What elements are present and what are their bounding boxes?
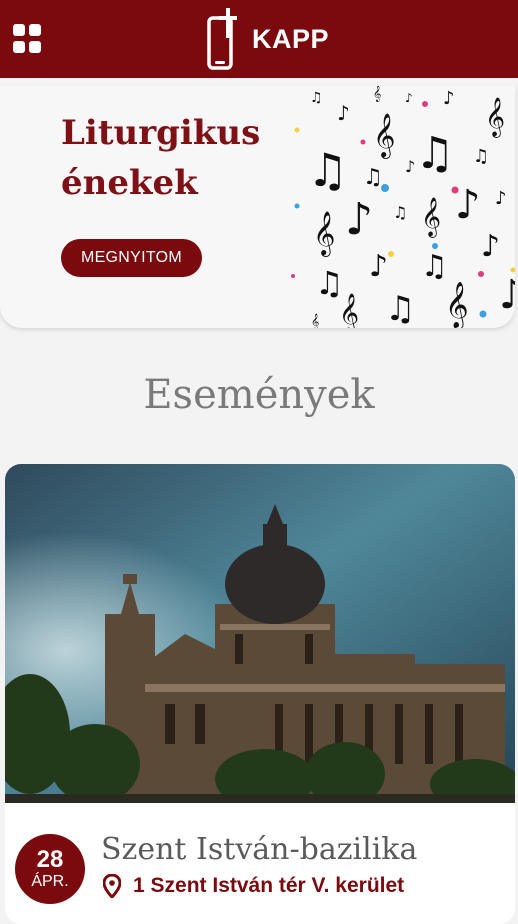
- svg-text:𝄞: 𝄞: [445, 282, 469, 328]
- svg-text:♪: ♪: [405, 91, 413, 105]
- menu-grid-button[interactable]: [13, 24, 43, 54]
- svg-text:♫: ♫: [385, 289, 415, 328]
- svg-text:𝄞: 𝄞: [373, 86, 381, 102]
- grid-cell: [29, 41, 41, 53]
- event-image: [5, 464, 515, 803]
- svg-text:𝄞: 𝄞: [339, 293, 359, 328]
- app-logo[interactable]: KAPP: [206, 6, 329, 70]
- svg-text:♫: ♫: [310, 90, 323, 106]
- event-date-badge: 28 ÁPR.: [15, 834, 85, 904]
- svg-text:♪: ♪: [443, 88, 455, 109]
- event-address-text: 1 Szent István tér V. kerület: [133, 874, 405, 897]
- svg-text:𝄞: 𝄞: [313, 211, 335, 257]
- event-card[interactable]: 28 ÁPR. Szent István-bazilika 1 Szent Is…: [5, 464, 515, 924]
- app-header: KAPP: [0, 0, 518, 78]
- svg-text:♪: ♪: [499, 272, 515, 318]
- svg-text:♫: ♫: [421, 249, 448, 284]
- app-name: KAPP: [252, 23, 330, 54]
- grid-cell: [13, 41, 25, 53]
- event-title[interactable]: Szent István-bazilika: [101, 832, 417, 867]
- svg-text:♫: ♫: [307, 143, 348, 197]
- svg-text:♪: ♪: [345, 194, 373, 245]
- svg-text:♫: ♫: [363, 165, 383, 190]
- music-notes-icon: ♫ ♪ 𝄞 ♪ ♪ 𝄞 𝄞 ♫ ♫ ♫ ♪ ♫ ♪ 𝄞 ♫ 𝄞 ♪ ♪ ♪ ♫ …: [291, 86, 515, 328]
- event-address[interactable]: 1 Szent István tér V. kerület: [103, 874, 404, 898]
- banner-title: Liturgikus énekek: [61, 113, 261, 203]
- svg-text:♪: ♪: [481, 229, 500, 264]
- svg-text:♫: ♫: [473, 146, 489, 167]
- svg-text:♪: ♪: [495, 188, 507, 209]
- svg-text:♪: ♪: [405, 157, 415, 176]
- open-button[interactable]: MEGNYITOM: [61, 239, 202, 277]
- svg-text:♪: ♪: [455, 182, 481, 228]
- svg-text:♪: ♪: [369, 249, 388, 284]
- grid-cell: [13, 24, 25, 36]
- event-day: 28: [36, 846, 64, 873]
- svg-text:♪: ♪: [337, 101, 350, 125]
- grid-cell: [29, 24, 41, 36]
- event-month: ÁPR.: [31, 873, 69, 890]
- songbook-banner[interactable]: Liturgikus énekek MEGNYITOM ♫ ♪ 𝄞 ♪ ♪ 𝄞 …: [0, 86, 515, 328]
- svg-text:𝄞: 𝄞: [485, 97, 505, 138]
- svg-text:𝄞: 𝄞: [311, 314, 319, 328]
- svg-text:♫: ♫: [415, 128, 454, 179]
- svg-text:𝄞: 𝄞: [373, 113, 395, 159]
- svg-text:𝄞: 𝄞: [421, 197, 441, 238]
- svg-text:♫: ♫: [393, 203, 407, 222]
- phone-cross-icon: [207, 8, 237, 70]
- events-section-title: Események: [143, 372, 375, 418]
- map-pin-icon: [103, 874, 121, 898]
